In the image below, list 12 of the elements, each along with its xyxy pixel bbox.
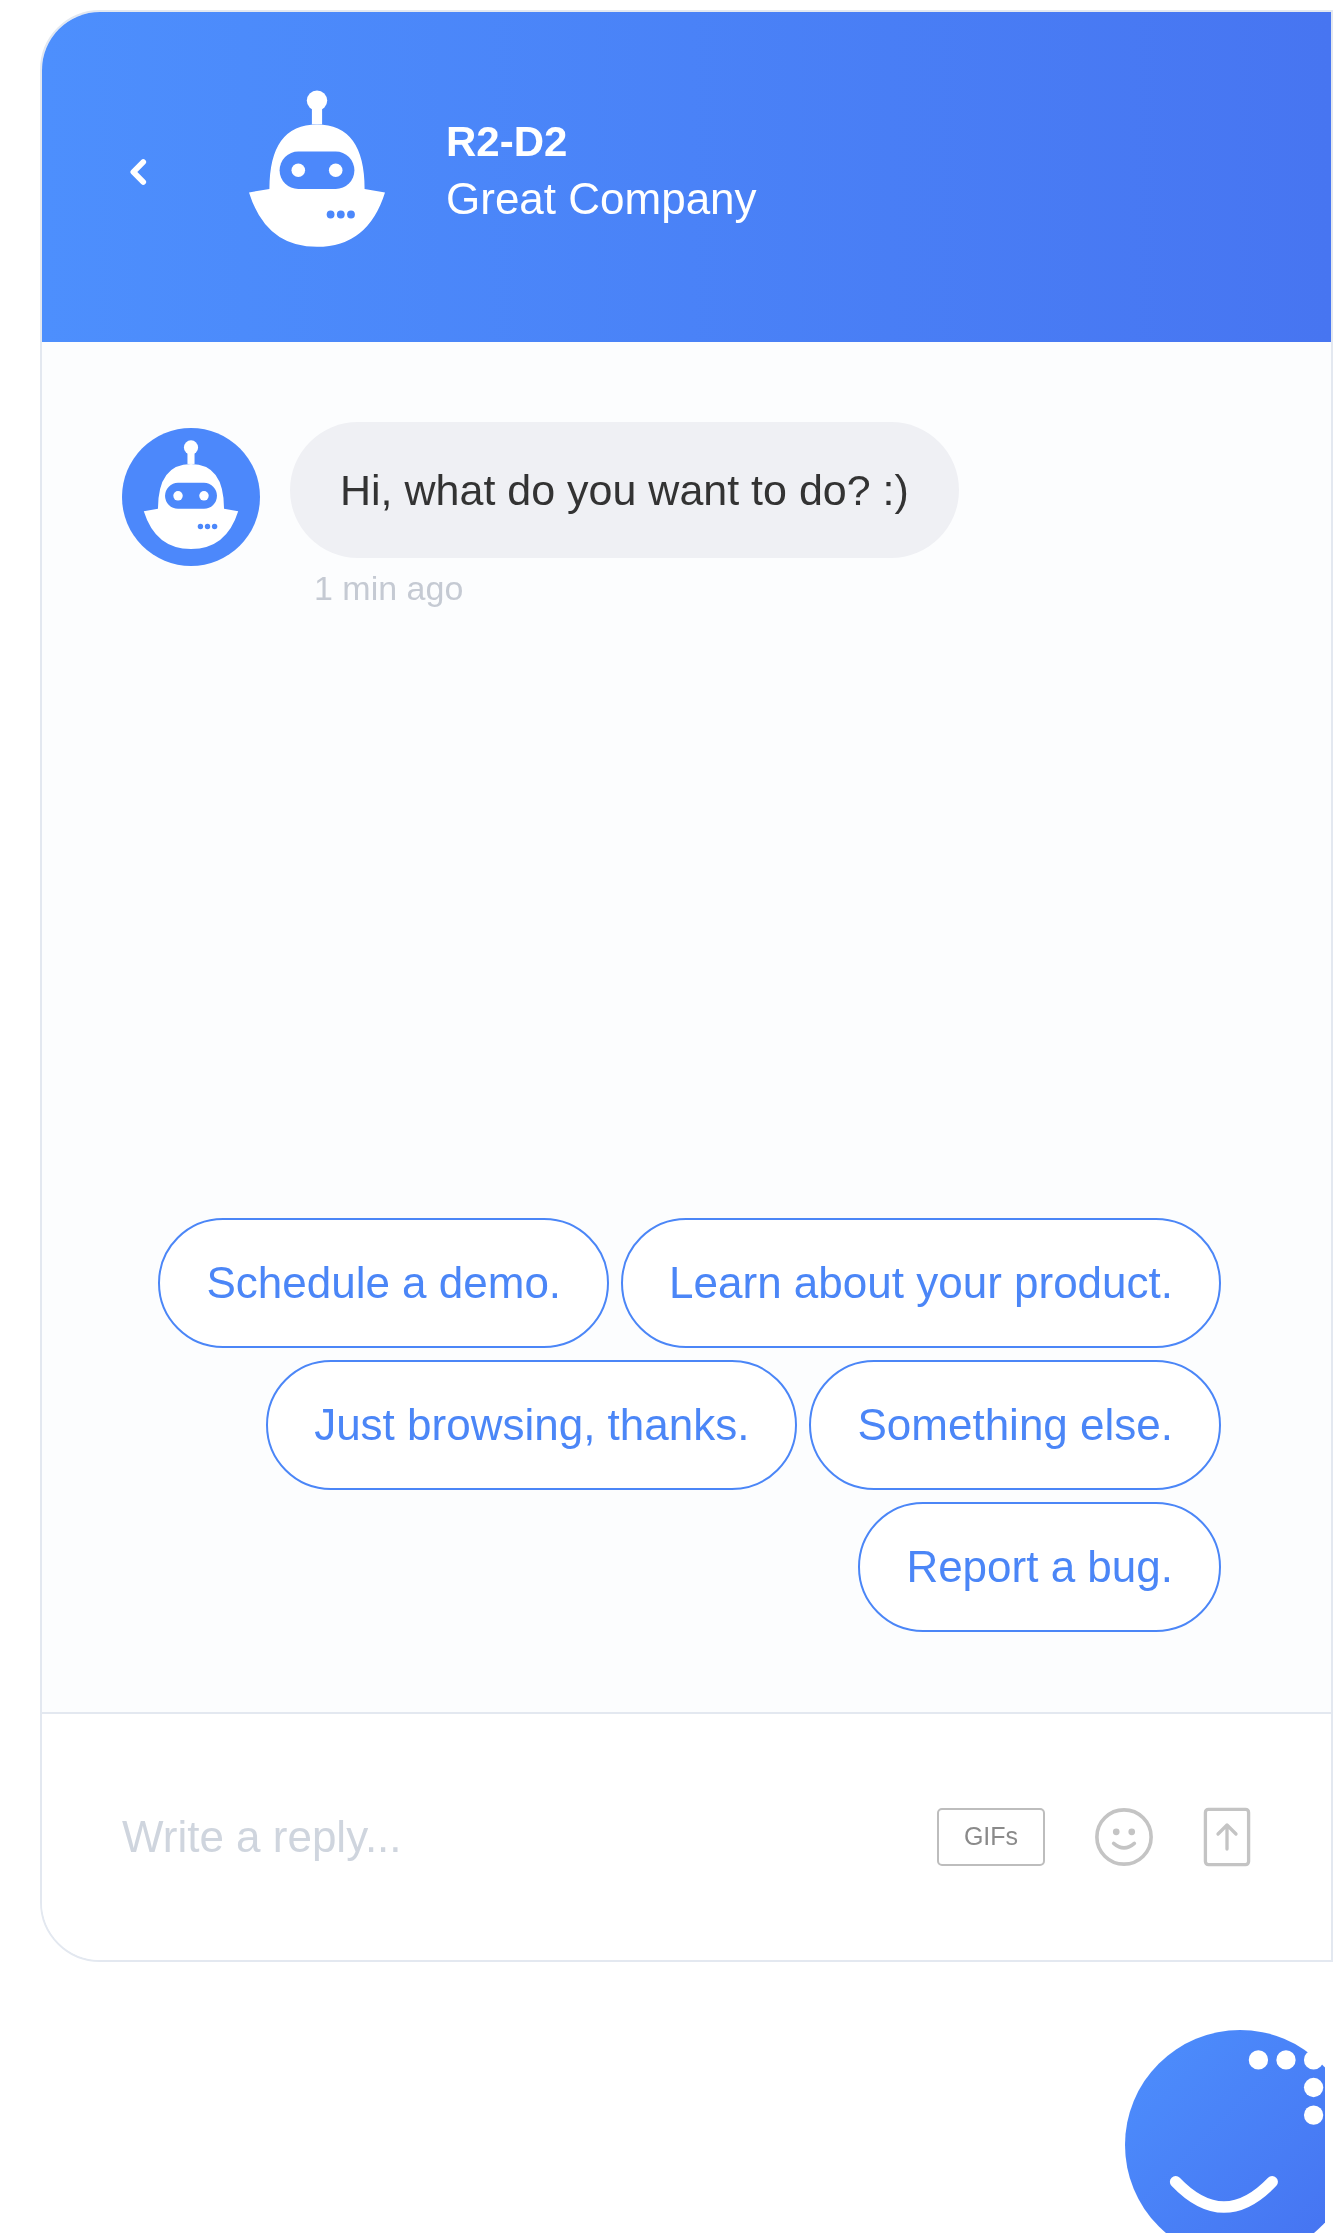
quick-reply-button[interactable]: Report a bug. (858, 1502, 1221, 1632)
quick-reply-button[interactable]: Just browsing, thanks. (266, 1360, 798, 1490)
quick-reply-button[interactable]: Schedule a demo. (158, 1218, 610, 1348)
bot-name: R2-D2 (446, 117, 569, 167)
message-bubble: Hi, what do you want to do? :) (290, 422, 959, 558)
gif-button[interactable]: GIFs (937, 1808, 1045, 1866)
chat-launcher-icon[interactable] (1125, 2030, 1325, 2233)
emoji-icon[interactable] (1093, 1806, 1155, 1868)
quick-reply-button[interactable]: Something else. (809, 1360, 1221, 1490)
company-name: Great Company (446, 173, 757, 225)
quick-reply-button[interactable]: Learn about your product. (621, 1218, 1221, 1348)
upload-icon[interactable] (1203, 1807, 1251, 1867)
